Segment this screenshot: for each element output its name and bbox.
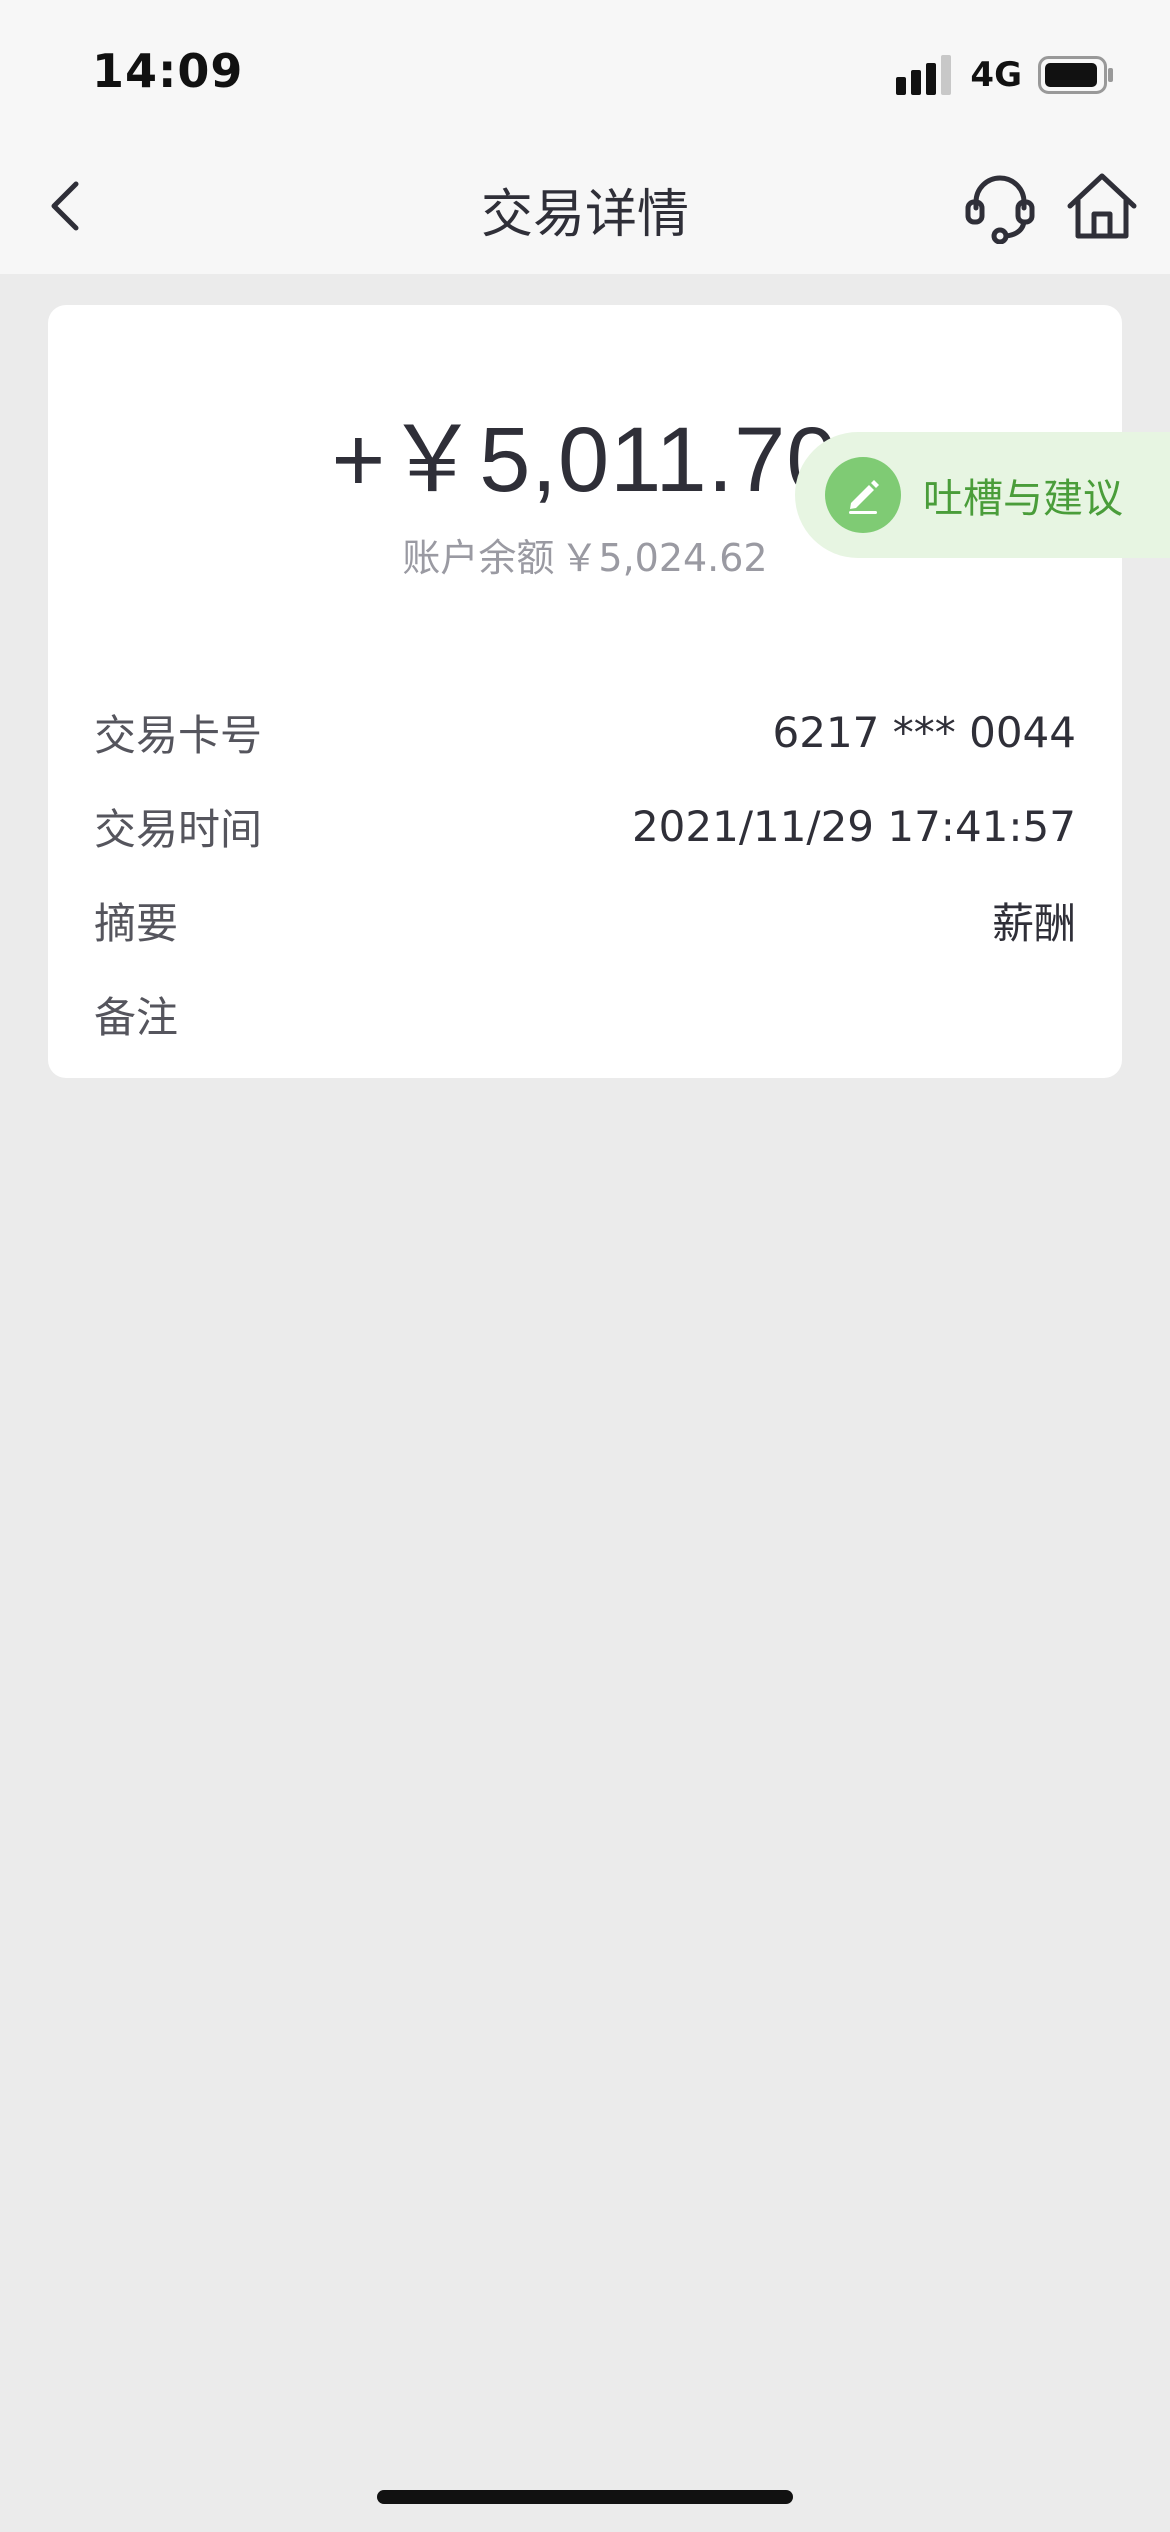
detail-row-summary: 摘要 薪酬 xyxy=(94,873,1076,967)
transaction-card: +￥5,011.70 账户余额 ￥5,024.62 交易卡号 6217 *** 0… xyxy=(48,305,1122,1078)
signal-icon xyxy=(896,55,952,95)
detail-value: 6217 *** 0044 xyxy=(772,707,1076,757)
detail-row-card-number: 交易卡号 6217 *** 0044 xyxy=(94,685,1076,779)
detail-label: 备注 xyxy=(94,992,179,1042)
detail-label: 交易卡号 xyxy=(94,710,263,760)
balance-value: ￥5,024.62 xyxy=(560,536,768,580)
status-indicators: 4G xyxy=(896,50,1114,100)
feedback-label: 吐槽与建议 xyxy=(923,476,1123,522)
home-button[interactable] xyxy=(1064,168,1140,244)
detail-row-remark: 备注 xyxy=(94,967,1076,1061)
detail-value: 薪酬 xyxy=(991,898,1076,948)
headset-icon xyxy=(965,175,1035,245)
battery-icon xyxy=(1038,56,1113,94)
detail-label: 交易时间 xyxy=(94,804,263,854)
pencil-icon xyxy=(825,457,901,533)
status-time: 14:09 xyxy=(92,44,244,98)
detail-label: 摘要 xyxy=(94,898,179,948)
home-icon xyxy=(1067,173,1137,239)
detail-value: 2021/11/29 17:41:57 xyxy=(631,801,1076,851)
home-indicator[interactable] xyxy=(377,2490,793,2504)
balance-label: 账户余额 xyxy=(402,536,555,580)
transaction-details: 交易卡号 6217 *** 0044 交易时间 2021/11/29 17:41… xyxy=(94,685,1076,1061)
detail-row-time: 交易时间 2021/11/29 17:41:57 xyxy=(94,779,1076,873)
network-type: 4G xyxy=(970,55,1022,95)
feedback-button[interactable]: 吐槽与建议 xyxy=(795,432,1170,558)
customer-service-button[interactable] xyxy=(962,168,1038,245)
